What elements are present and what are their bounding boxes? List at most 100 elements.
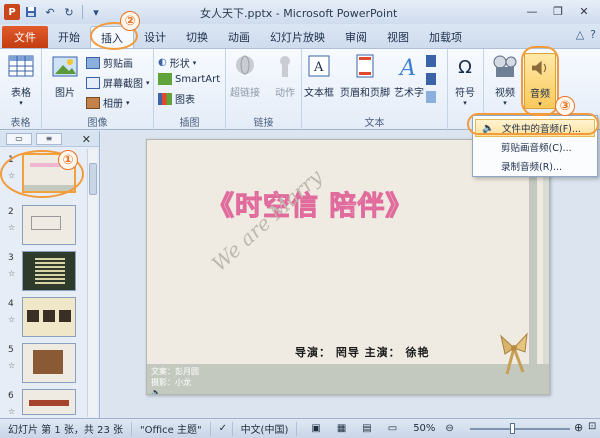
smartart-button-label: SmartArt: [175, 73, 221, 85]
action-icon: [280, 56, 290, 77]
thumbnail-6[interactable]: 6 ☆: [0, 389, 86, 417]
picture-button[interactable]: 图片: [50, 53, 80, 99]
wordart-icon: A: [398, 56, 416, 81]
zoom-slider-knob[interactable]: [510, 423, 515, 434]
video-icon: [493, 55, 517, 77]
ribbon-right-controls: △ ?: [576, 28, 596, 41]
textbox-button-label: 文本框: [304, 88, 334, 99]
chart-icon: [158, 92, 172, 105]
hyperlink-button[interactable]: 超链接: [230, 53, 260, 99]
textbox-button[interactable]: A 文本框: [304, 53, 334, 99]
header-footer-button[interactable]: 页眉和页脚: [340, 53, 390, 99]
zoom-level[interactable]: 50%: [405, 422, 443, 436]
menu-item-record-audio[interactable]: 录制音频(R)...: [475, 157, 595, 175]
tab-transitions[interactable]: 切换: [176, 26, 218, 48]
clipart-button[interactable]: 剪贴画: [86, 55, 133, 70]
textbox-icon: A: [308, 55, 330, 77]
object-icon: [426, 91, 436, 103]
symbol-button[interactable]: Ω 符号 ▾: [452, 53, 478, 108]
thumb-number: 2: [8, 207, 14, 217]
slide-thumbnail: [22, 251, 76, 291]
tab-view[interactable]: 视图: [377, 26, 419, 48]
hyperlink-button-label: 超链接: [230, 88, 260, 99]
scrollbar-thumb[interactable]: [89, 163, 97, 195]
status-theme: "Office 主题": [132, 421, 211, 436]
tab-animations[interactable]: 动画: [218, 26, 260, 48]
zoom-out-icon[interactable]: ⊖: [443, 422, 455, 436]
zoom-slider[interactable]: [470, 428, 570, 430]
smartart-button[interactable]: SmartArt: [158, 73, 220, 85]
panel-scrollbar[interactable]: [87, 149, 97, 417]
date-time-button[interactable]: [426, 55, 436, 67]
thumbnail-5[interactable]: 5 ☆: [0, 343, 86, 385]
minimize-ribbon-icon[interactable]: △: [576, 28, 584, 41]
sorter-view-icon[interactable]: ▦: [329, 422, 354, 436]
slide-canvas[interactable]: 《时空信 陪伴》 ♡ We are Marry 导演： 罔导 主演： 徐艳 文案…: [146, 139, 550, 395]
hyperlink-icon: [236, 55, 254, 75]
album-icon: [86, 96, 100, 109]
album-button[interactable]: 相册 ▾: [86, 95, 130, 110]
group-image: 图片 剪贴画 屏幕截图 ▾ 相册 ▾ 图像: [42, 49, 154, 131]
table-button[interactable]: 表格 ▾: [6, 53, 36, 107]
clipart-icon: [86, 56, 100, 69]
thumbnail-3[interactable]: 3 ☆: [0, 251, 86, 293]
chevron-down-icon: ▾: [19, 99, 23, 107]
object-button[interactable]: [426, 91, 436, 103]
tab-addins[interactable]: 加载项: [419, 26, 472, 48]
video-button[interactable]: 视频 ▾: [490, 53, 520, 107]
menu-item-clipart-audio[interactable]: 剪贴画音频(C)...: [475, 138, 595, 156]
status-language[interactable]: 中文(中国): [233, 421, 298, 436]
thumb-number: 4: [8, 299, 14, 309]
zoom-in-icon[interactable]: ⊕: [574, 421, 583, 434]
header-footer-button-label: 页眉和页脚: [340, 88, 390, 99]
transition-icon: ☆: [8, 407, 16, 416]
shapes-button[interactable]: ◐ 形状 ▾: [158, 55, 196, 70]
screenshot-button[interactable]: 屏幕截图 ▾: [86, 75, 150, 90]
tab-slideshow[interactable]: 幻灯片放映: [260, 26, 335, 48]
svg-text:A: A: [398, 56, 416, 81]
tab-file[interactable]: 文件: [2, 26, 48, 48]
slide-thumbnail: [22, 389, 76, 415]
header-footer-icon: [356, 54, 374, 78]
credits-text[interactable]: 导演： 罔导 主演： 徐艳: [295, 344, 430, 360]
fit-window-icon[interactable]: ⊡: [588, 421, 596, 432]
annotation-oval-audio: [521, 46, 559, 116]
thumb-number: 6: [8, 391, 14, 401]
chart-button[interactable]: 图表: [158, 91, 195, 106]
date-time-icon: [426, 55, 436, 67]
powerpoint-app-icon[interactable]: P: [4, 4, 20, 20]
chevron-down-icon: ▾: [146, 78, 150, 87]
close-icon[interactable]: ✕: [572, 2, 596, 20]
slideshow-view-icon[interactable]: ▭: [380, 422, 405, 436]
restore-icon[interactable]: ❐: [546, 2, 570, 20]
slides-tab-icon[interactable]: ▭: [6, 132, 32, 145]
wordart-button[interactable]: A 艺术字: [394, 53, 424, 99]
normal-view-icon[interactable]: ▣: [303, 422, 328, 436]
wordart-button-label: 艺术字: [394, 88, 424, 99]
save-icon[interactable]: [23, 4, 39, 20]
ribbon-bow-decoration: [500, 332, 528, 375]
thumbnail-4[interactable]: 4 ☆: [0, 297, 86, 339]
spellcheck-icon[interactable]: ✓: [211, 421, 233, 436]
thumbnail-2[interactable]: 2 ☆: [0, 205, 86, 247]
redo-icon[interactable]: ↻: [61, 4, 77, 20]
help-icon[interactable]: ?: [590, 28, 596, 41]
close-icon[interactable]: ✕: [82, 133, 91, 146]
transition-icon: ☆: [8, 223, 16, 232]
undo-icon[interactable]: ↶: [42, 4, 58, 20]
clipart-button-label: 剪贴画: [103, 59, 133, 70]
tab-design[interactable]: 设计: [134, 26, 176, 48]
tab-review[interactable]: 审阅: [335, 26, 377, 48]
action-button[interactable]: 动作: [270, 53, 300, 99]
audio-marker-icon[interactable]: 🔈: [151, 388, 161, 394]
omega-icon: Ω: [458, 56, 472, 78]
tab-home[interactable]: 开始: [48, 26, 90, 48]
small-credits: 文案：彭月圆 摄影：小龙: [151, 366, 199, 388]
group-table: 表格 ▾ 表格: [0, 49, 42, 131]
reading-view-icon[interactable]: ▤: [354, 422, 379, 436]
minimize-icon[interactable]: —: [520, 2, 544, 20]
shapes-button-label: 形状: [169, 59, 190, 70]
slide-number-button[interactable]: [426, 73, 436, 85]
customize-qat-icon[interactable]: ▾: [88, 4, 104, 20]
outline-tab-icon[interactable]: ≡: [36, 132, 62, 145]
